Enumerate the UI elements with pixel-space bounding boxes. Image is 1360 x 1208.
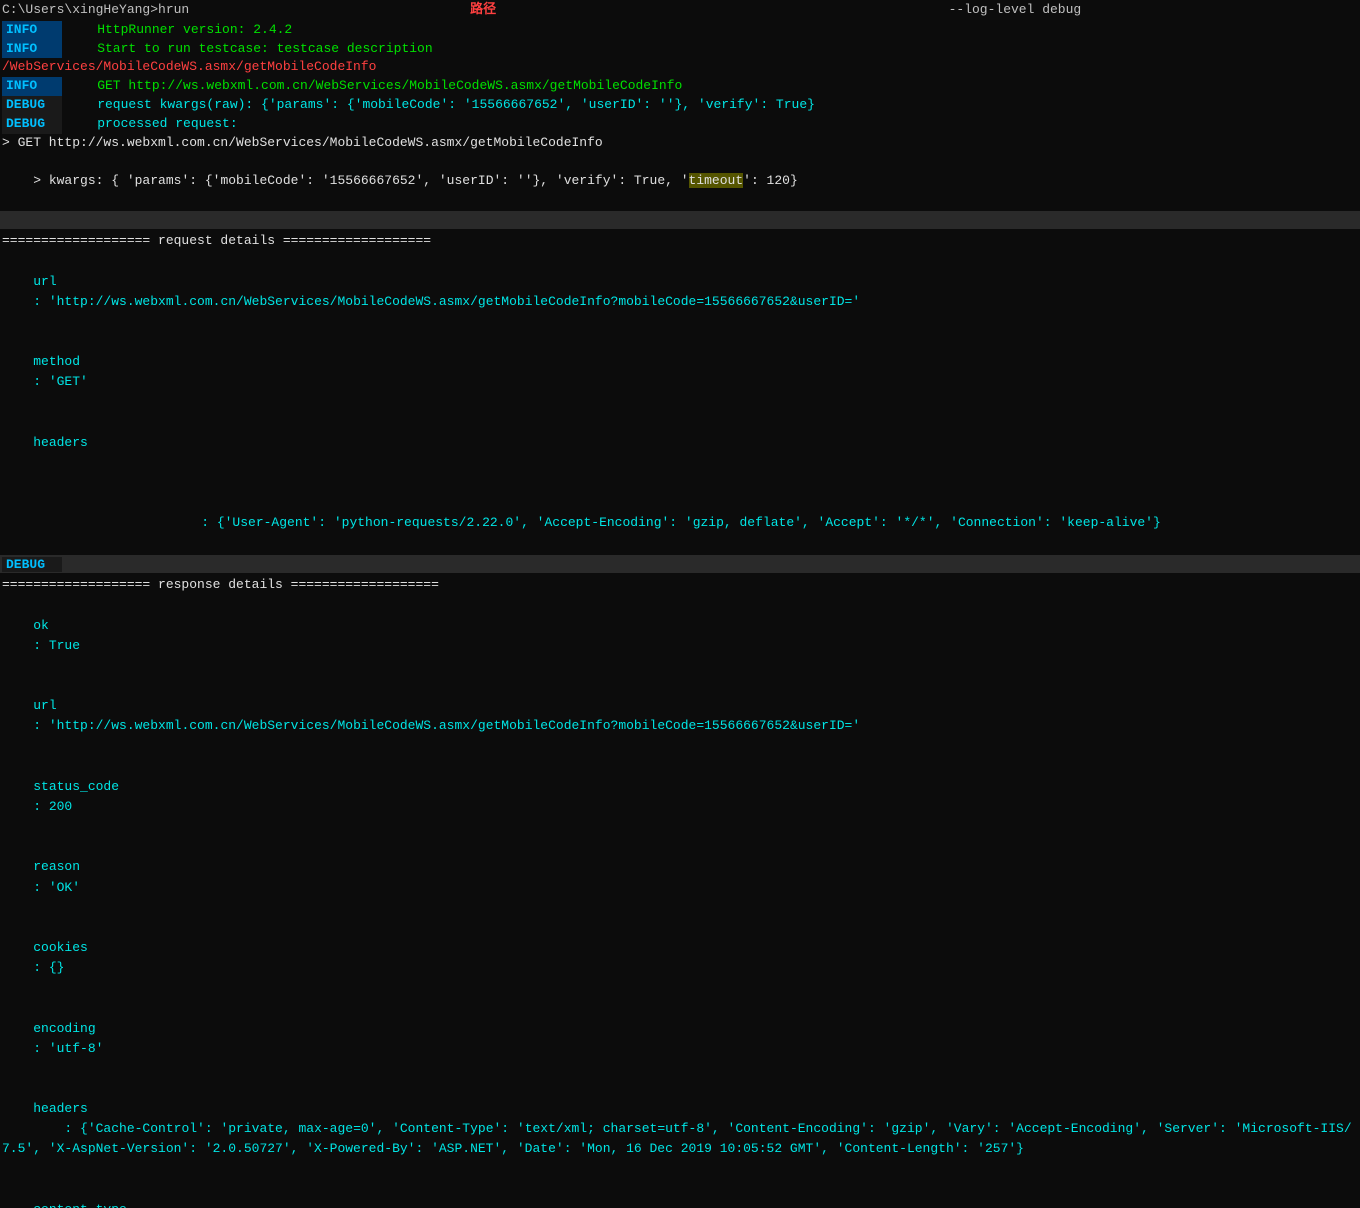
req-url-line: url : 'http://ws.webxml.com.cn/WebServic… [0, 251, 1360, 332]
info-start-line: INFO Start to run testcase: testcase des… [0, 40, 1360, 59]
resp-cookies-line: cookies : {} [0, 918, 1360, 999]
resp-ok-val: : True [33, 638, 80, 653]
req-url-val: : 'http://ws.webxml.com.cn/WebServices/M… [33, 294, 860, 309]
terminal: C:\Users\xingHeYang>hrun 路径 --log-level … [0, 0, 1360, 1208]
resp-content-type-key: content_type [33, 1200, 203, 1208]
resp-headers-line: headers : {'Cache-Control': 'private, ma… [0, 1079, 1360, 1180]
info-get-line: INFO GET http://ws.webxml.com.cn/WebServ… [0, 77, 1360, 96]
debug-badge-2: DEBUG [2, 115, 62, 134]
debug-kwargs-line: DEBUG request kwargs(raw): {'params': {'… [0, 96, 1360, 115]
info-badge-3: INFO [2, 77, 62, 96]
resp-ok-key: ok [33, 616, 203, 636]
req-headers-val-line: : {'User-Agent': 'python-requests/2.22.0… [0, 493, 1360, 553]
resp-url-key: url [33, 696, 203, 716]
debug-processed-text: processed request: [66, 115, 238, 134]
resp-headers-key: headers [33, 1101, 88, 1116]
resp-ok-line: ok : True [0, 596, 1360, 677]
resp-encoding-line: encoding : 'utf-8' [0, 998, 1360, 1079]
spacer2 [496, 0, 948, 21]
kwargs-suffix: ': 120} [743, 173, 798, 188]
log-flag: --log-level debug [949, 0, 1082, 21]
path-label: 路径 [470, 0, 496, 21]
info-start-text: Start to run testcase: testcase descript… [66, 40, 433, 59]
resp-cookies-key: cookies [33, 938, 203, 958]
debug-divider-line: DEBUG [0, 555, 1360, 573]
resp-reason-val: : 'OK' [33, 880, 80, 895]
debug-processed-line: DEBUG processed request: [0, 115, 1360, 134]
resp-content-type-line: content_type : 'text/xml; charset=utf-8' [0, 1180, 1360, 1208]
req-method-val: : 'GET' [33, 374, 88, 389]
prompt-text: C:\Users\xingHeYang>hrun [2, 0, 189, 21]
resp-cookies-val: : {} [33, 960, 64, 975]
info-version-line: INFO HttpRunner version: 2.4.2 [0, 21, 1360, 40]
timeout-keyword: timeout [689, 173, 744, 188]
resp-encoding-val: : 'utf-8' [33, 1041, 103, 1056]
resp-status-line: status_code : 200 [0, 757, 1360, 838]
resp-reason-key: reason [33, 857, 203, 877]
request-details-header: =================== request details ====… [0, 231, 1360, 251]
debug-badge-1: DEBUG [2, 96, 62, 115]
resp-url-val: : 'http://ws.webxml.com.cn/WebServices/M… [33, 718, 860, 733]
req-headers-line: headers [0, 413, 1360, 494]
info-get-url: GET http://ws.webxml.com.cn/WebServices/… [66, 77, 682, 96]
resp-headers-val: : {'Cache-Control': 'private, max-age=0'… [2, 1121, 1352, 1156]
info-badge-1: INFO [2, 21, 62, 40]
resp-status-val: : 200 [33, 799, 72, 814]
debug-badge-3: DEBUG [2, 557, 62, 572]
spacer [189, 0, 470, 21]
response-details-header: =================== response details ===… [0, 575, 1360, 595]
request-kwargs-line: > kwargs: { 'params': {'mobileCode': '15… [0, 153, 1360, 210]
resp-reason-line: reason : 'OK' [0, 837, 1360, 918]
req-url-key: url [33, 272, 203, 292]
request-get-line: > GET http://ws.webxml.com.cn/WebService… [0, 134, 1360, 153]
prompt-line: C:\Users\xingHeYang>hrun 路径 --log-level … [0, 0, 1360, 21]
request-section-divider [0, 211, 1360, 229]
debug-kwargs-text: request kwargs(raw): {'params': {'mobile… [66, 96, 815, 115]
req-method-line: method : 'GET' [0, 332, 1360, 413]
kwargs-prefix: > kwargs: { 'params': {'mobileCode': '15… [33, 173, 688, 188]
service-path-line: /WebServices/MobileCodeWS.asmx/getMobile… [0, 58, 1360, 77]
req-headers-key: headers [33, 433, 203, 453]
resp-url-line: url : 'http://ws.webxml.com.cn/WebServic… [0, 676, 1360, 757]
resp-encoding-key: encoding [33, 1019, 203, 1039]
info-version-text: HttpRunner version: 2.4.2 [66, 21, 292, 40]
resp-status-key: status_code [33, 777, 203, 797]
info-badge-2: INFO [2, 40, 62, 59]
req-method-key: method [33, 352, 203, 372]
